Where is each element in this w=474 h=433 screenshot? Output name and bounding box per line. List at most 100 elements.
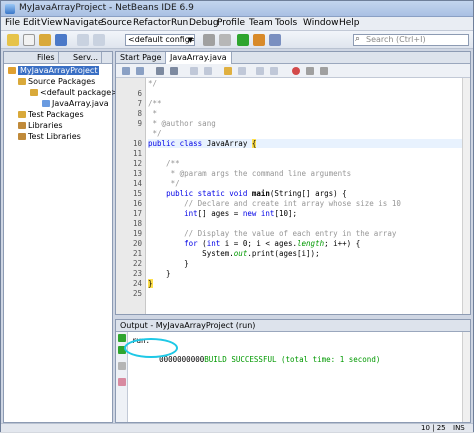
config-select[interactable]: <default config> ▼ xyxy=(125,34,195,46)
code-line: System.out.print(ages[i]); xyxy=(148,249,320,258)
library-icon xyxy=(18,133,26,140)
debug-icon[interactable] xyxy=(253,34,265,46)
toggle-highlight-icon[interactable] xyxy=(224,67,232,75)
comment-icon[interactable] xyxy=(306,67,314,75)
line-number: 25 xyxy=(132,289,142,298)
highlight-annotation-ellipse xyxy=(124,338,178,358)
menu-tools[interactable]: Tools xyxy=(275,18,297,28)
code-area[interactable]: */ /** * * @author sang */ public class … xyxy=(148,78,462,314)
line-number: 17 xyxy=(132,209,142,218)
code-editor: Start Page JavaArray.java 6 7 8 9 10 11 … xyxy=(115,51,471,315)
title-bar: MyJavaArrayProject - NetBeans IDE 6.9 xyxy=(1,1,473,17)
tab-files[interactable]: Files xyxy=(34,52,59,64)
tree-label: Libraries xyxy=(28,121,63,130)
search-icon: ⌕ xyxy=(355,34,361,44)
config-value: <default config> xyxy=(128,35,195,44)
save-all-icon[interactable] xyxy=(55,34,67,46)
code-line: int[] ages = new int[10]; xyxy=(184,209,298,218)
line-number: 9 xyxy=(137,119,142,128)
line-number: 11 xyxy=(132,149,142,158)
code-line: */ xyxy=(148,179,180,188)
open-project-icon[interactable] xyxy=(39,34,51,46)
editor-scrollbar[interactable] xyxy=(462,78,470,314)
menu-debug[interactable]: Debug xyxy=(189,18,219,28)
line-number: 24 xyxy=(132,279,142,288)
tree-label: Test Packages xyxy=(28,110,84,119)
line-number: 23 xyxy=(132,269,142,278)
forward-icon[interactable] xyxy=(170,67,178,75)
code-line: } xyxy=(148,269,171,278)
menu-source[interactable]: Source xyxy=(101,18,132,28)
build-icon[interactable] xyxy=(203,34,215,46)
line-number: 20 xyxy=(132,239,142,248)
package-folder-icon xyxy=(18,111,26,118)
code-line: // Declare and create int array whose si… xyxy=(148,199,401,208)
tree-item-javaarray[interactable]: JavaArray.java xyxy=(42,99,109,109)
output-scrollbar[interactable] xyxy=(462,332,470,422)
tree-item-test-packages[interactable]: Test Packages xyxy=(18,110,84,120)
code-line: // Display the value of each entry in th… xyxy=(148,229,397,238)
menu-window[interactable]: Window xyxy=(303,18,339,28)
code-line: * xyxy=(148,109,158,118)
new-file-icon[interactable] xyxy=(23,34,35,46)
line-number: 7 xyxy=(137,99,142,108)
menu-view[interactable]: View xyxy=(41,18,62,28)
clear-output-icon[interactable] xyxy=(118,378,126,386)
tree-item-default-package[interactable]: <default package> xyxy=(30,88,118,98)
projects-panel-tabs: Files Serv... xyxy=(4,52,112,64)
line-number: 12 xyxy=(132,159,142,168)
line-number: 6 xyxy=(137,89,142,98)
code-line: public static void main(String[] args) { xyxy=(166,189,347,198)
shift-right-icon[interactable] xyxy=(270,67,278,75)
tab-start-page[interactable]: Start Page xyxy=(116,52,167,64)
tree-item-test-libraries[interactable]: Test Libraries xyxy=(18,132,81,142)
menu-profile[interactable]: Profile xyxy=(217,18,245,28)
undo-icon[interactable] xyxy=(77,34,89,46)
code-line: } xyxy=(148,279,153,288)
main-toolbar: <default config> ▼ ⌕ Search (Ctrl+I) xyxy=(1,31,473,49)
editor-toolbar xyxy=(116,64,470,78)
menu-run[interactable]: Run xyxy=(171,18,188,28)
package-folder-icon xyxy=(18,78,26,85)
tree-item-libraries[interactable]: Libraries xyxy=(18,121,63,131)
tree-label: <default package> xyxy=(40,88,118,97)
line-number: 10 xyxy=(132,139,142,148)
clean-build-icon[interactable] xyxy=(219,34,231,46)
toggle-bookmark-icon[interactable] xyxy=(238,67,246,75)
code-line: for (int i = 0; i < ages.length; i++) { xyxy=(184,239,361,248)
run-icon[interactable] xyxy=(237,34,249,46)
uncomment-icon[interactable] xyxy=(320,67,328,75)
redo-icon[interactable] xyxy=(93,34,105,46)
shift-left-icon[interactable] xyxy=(256,67,264,75)
find-icon[interactable] xyxy=(190,67,198,75)
line-number: 13 xyxy=(132,169,142,178)
output-panel: Output - MyJavaArrayProject (run) run: 0… xyxy=(115,319,471,423)
tab-javaarray[interactable]: JavaArray.java xyxy=(166,52,232,64)
window-title: MyJavaArrayProject - NetBeans IDE 6.9 xyxy=(19,3,194,13)
new-project-icon[interactable] xyxy=(7,34,19,46)
menu-navigate[interactable]: Navigate xyxy=(63,18,103,28)
back-icon[interactable] xyxy=(156,67,164,75)
search-placeholder: Search (Ctrl+I) xyxy=(366,35,426,44)
code-line: /** xyxy=(148,99,162,108)
rerun-icon[interactable] xyxy=(118,334,126,342)
stop-macro-icon[interactable] xyxy=(292,67,300,75)
profile-icon[interactable] xyxy=(269,34,281,46)
menu-refactor[interactable]: Refactor xyxy=(133,18,171,28)
tree-item-project[interactable]: MyJavaArrayProject xyxy=(8,66,100,76)
stop-icon[interactable] xyxy=(118,362,126,370)
tree-item-source-packages[interactable]: Source Packages xyxy=(18,77,95,87)
find-next-icon[interactable] xyxy=(204,67,212,75)
tab-services[interactable]: Serv... xyxy=(70,52,103,64)
menu-help[interactable]: Help xyxy=(339,18,360,28)
coffee-cup-icon xyxy=(8,67,16,74)
menu-edit[interactable]: Edit xyxy=(23,18,40,28)
search-input[interactable]: ⌕ Search (Ctrl+I) xyxy=(353,34,469,46)
line-number: 8 xyxy=(137,109,142,118)
source-view-icon[interactable] xyxy=(122,67,130,75)
history-icon[interactable] xyxy=(136,67,144,75)
line-number: 21 xyxy=(132,249,142,258)
menu-file[interactable]: File xyxy=(5,18,20,28)
java-file-icon xyxy=(42,100,50,107)
menu-team[interactable]: Team xyxy=(249,18,273,28)
